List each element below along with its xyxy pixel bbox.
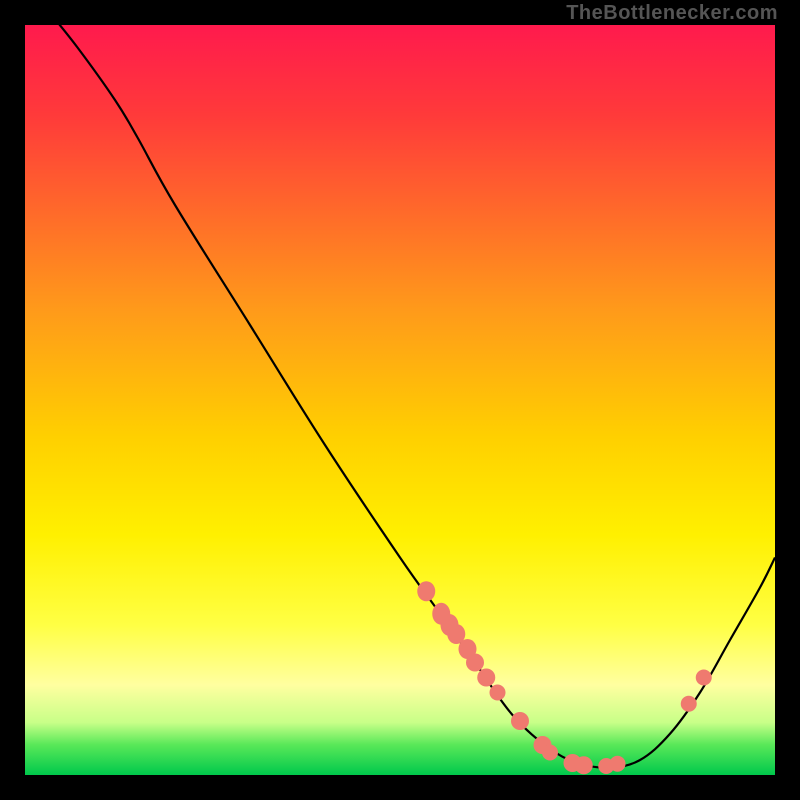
- chart-frame: TheBottlenecker.com: [0, 0, 800, 800]
- data-point: [477, 669, 495, 687]
- bottleneck-curve: [48, 25, 776, 768]
- data-point: [696, 670, 712, 686]
- data-point: [511, 712, 529, 730]
- data-point: [610, 756, 626, 772]
- data-point: [417, 581, 435, 601]
- chart-svg: [25, 25, 775, 775]
- data-point: [575, 756, 593, 774]
- data-point: [681, 696, 697, 712]
- plot-area: [25, 25, 775, 775]
- data-point: [466, 654, 484, 672]
- watermark-text: TheBottlenecker.com: [566, 2, 778, 25]
- data-point: [490, 685, 506, 701]
- data-point: [542, 745, 558, 761]
